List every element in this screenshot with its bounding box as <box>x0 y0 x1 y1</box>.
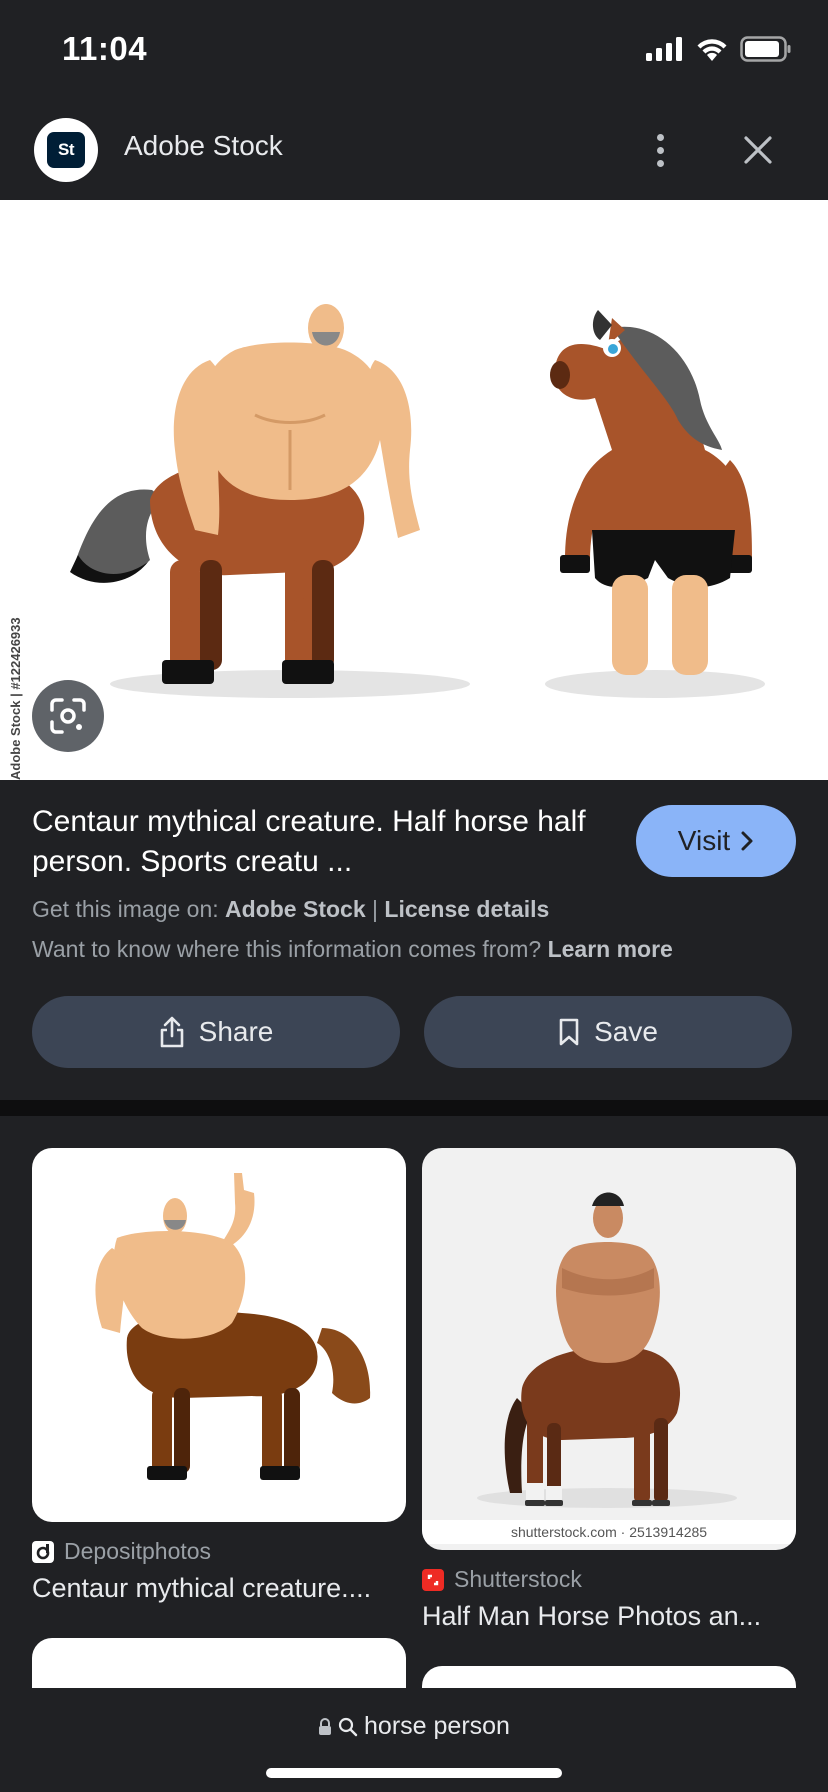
learn-more-link[interactable]: Learn more <box>548 936 673 962</box>
result-source: Depositphotos <box>32 1538 406 1565</box>
depositphotos-icon <box>32 1540 54 1563</box>
shutterstock-watermark: shutterstock.com · 2513914285 <box>422 1520 796 1544</box>
result-source-name: Depositphotos <box>64 1538 212 1564</box>
save-button[interactable]: Save <box>424 996 792 1068</box>
more-dot-icon <box>656 159 664 167</box>
share-button[interactable]: Share <box>32 996 400 1068</box>
section-divider <box>0 1100 828 1116</box>
result-source-name: Shutterstock <box>454 1566 582 1592</box>
site-logo[interactable]: St <box>34 118 98 182</box>
chevron-right-icon <box>741 831 753 851</box>
search-icon <box>338 1717 358 1736</box>
url-bar[interactable]: horse person <box>0 1712 828 1741</box>
share-icon <box>160 1016 183 1048</box>
url-text: horse person <box>364 1712 510 1740</box>
google-lens-icon <box>50 698 86 734</box>
separator: | <box>372 896 378 922</box>
source-header: St Adobe Stock <box>0 100 828 200</box>
related-results: Depositphotos Centaur mythical creature.… <box>0 1116 828 1688</box>
lock-icon <box>319 1717 332 1735</box>
get-image-line: Get this image on: Adobe Stock | License… <box>32 896 549 923</box>
bookmark-icon <box>559 1018 579 1046</box>
battery-icon <box>740 36 791 62</box>
share-label: Share <box>198 1016 274 1047</box>
image-title[interactable]: Centaur mythical creature. Half horse ha… <box>32 802 612 882</box>
home-indicator[interactable] <box>266 1768 562 1778</box>
status-icons <box>646 36 792 62</box>
get-image-prefix: Get this image on: <box>32 896 219 922</box>
result-card-depositphotos[interactable]: Depositphotos Centaur mythical creature.… <box>32 1148 406 1604</box>
status-bar: 11:04 <box>0 0 828 100</box>
close-icon[interactable] <box>736 128 780 172</box>
next-result-card[interactable] <box>32 1638 406 1688</box>
centaur-cartoon-image <box>95 1173 371 1480</box>
shutterstock-icon <box>422 1568 444 1591</box>
more-options-button[interactable] <box>644 126 676 174</box>
result-source: Shutterstock <box>422 1566 796 1593</box>
preview-image[interactable]: Adobe Stock | #122426933 <box>0 200 828 780</box>
result-image[interactable] <box>32 1148 406 1522</box>
more-dot-icon <box>656 133 664 141</box>
result-title[interactable]: Half Man Horse Photos an... <box>422 1601 796 1632</box>
centaur-illustration <box>70 304 765 698</box>
wifi-icon <box>697 39 727 61</box>
adobe-stock-logo-icon: St <box>47 132 85 168</box>
visit-button[interactable]: Visit <box>636 805 796 877</box>
info-question: Want to know where this information come… <box>32 936 542 962</box>
image-info-panel: Centaur mythical creature. Half horse ha… <box>0 780 828 1100</box>
browser-bottom-bar: horse person <box>0 1688 828 1792</box>
result-title[interactable]: Centaur mythical creature.... <box>32 1573 406 1604</box>
image-credit: Adobe Stock | #122426933 <box>8 617 23 780</box>
license-details-link[interactable]: License details <box>384 896 549 922</box>
save-label: Save <box>594 1016 658 1047</box>
centaur-render-image <box>477 1192 737 1508</box>
signal-icon <box>646 37 682 61</box>
info-source-line: Want to know where this information come… <box>32 936 673 963</box>
result-card-shutterstock[interactable]: shutterstock.com · 2513914285 Shuttersto… <box>422 1148 796 1632</box>
lens-button[interactable] <box>32 680 104 752</box>
status-time: 11:04 <box>62 30 148 67</box>
source-link[interactable]: Adobe Stock <box>225 896 366 922</box>
result-image[interactable]: shutterstock.com · 2513914285 <box>422 1148 796 1550</box>
visit-label: Visit <box>677 825 731 856</box>
site-name[interactable]: Adobe Stock <box>124 130 283 162</box>
more-dot-icon <box>656 146 664 154</box>
next-result-card[interactable] <box>422 1666 796 1688</box>
